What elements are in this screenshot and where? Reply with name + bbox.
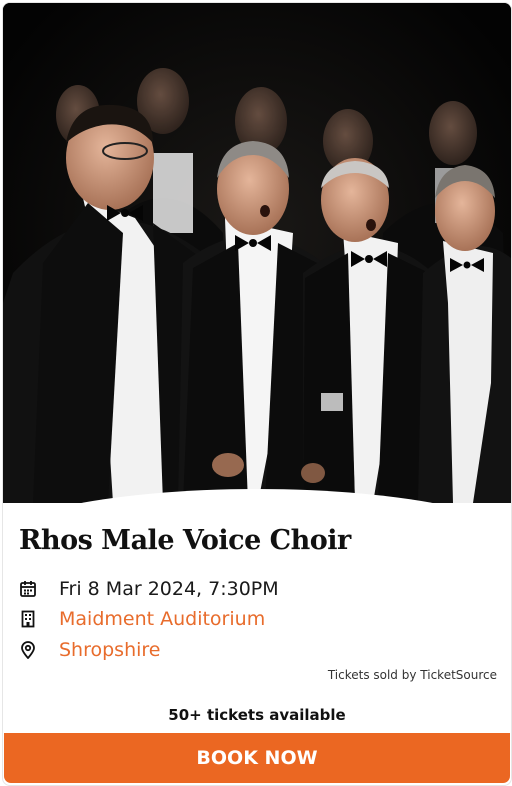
ticket-seller-note: Tickets sold by TicketSource — [327, 668, 497, 682]
location-link[interactable]: Shropshire — [59, 639, 161, 661]
venue-link[interactable]: Maidment Auditorium — [59, 608, 265, 630]
choir-photo-illustration — [3, 3, 511, 503]
event-datetime: Fri 8 Mar 2024, 7:30PM — [59, 578, 279, 600]
event-card: Rhos Male Voice Choir Fri 8 Mar 2024, 7:… — [2, 2, 512, 786]
map-pin-icon — [19, 641, 37, 659]
ticket-availability: 50+ tickets available — [168, 706, 346, 724]
book-now-button[interactable]: BOOK NOW — [4, 733, 510, 783]
event-location-row[interactable]: Shropshire — [19, 637, 161, 663]
calendar-icon — [19, 580, 37, 598]
event-date-row: Fri 8 Mar 2024, 7:30PM — [19, 576, 279, 602]
building-icon — [19, 610, 37, 628]
event-title[interactable]: Rhos Male Voice Choir — [19, 525, 351, 556]
event-photo[interactable] — [3, 3, 511, 503]
event-venue-row[interactable]: Maidment Auditorium — [19, 606, 265, 632]
